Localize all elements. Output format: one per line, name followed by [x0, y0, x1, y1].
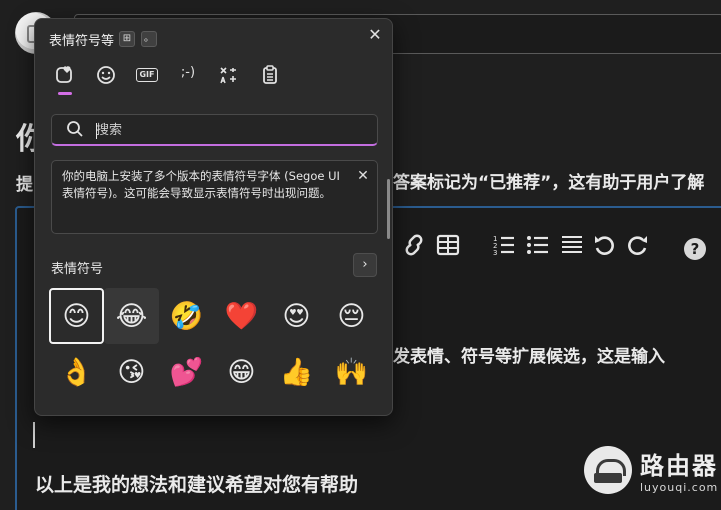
category-tabs: GIF ;-) — [51, 63, 284, 95]
heart-face-icon — [56, 66, 72, 83]
undo-icon[interactable] — [592, 232, 616, 265]
emoji-panel: 表情符号等 ⊞ 。 ✕ GIF ;-) 你的电脑上安装了多个版本的表情符号字体 … — [34, 18, 393, 416]
help-icon[interactable]: ? — [684, 238, 706, 260]
watermark: 路由器 luyouqi.com — [584, 446, 718, 494]
editor-paragraph: 发表情、符号等扩展候选，这是输入 — [393, 347, 665, 367]
prompt-text-right: 答案标记为“已推荐”，这有助于用户了解 — [393, 173, 705, 193]
table-icon[interactable] — [436, 232, 460, 265]
emoji-grid: 😊 😂 🤣 ❤️ 😍 😔 👌 😘 💕 😁 👍 🙌 — [49, 288, 379, 400]
font-warning-notice: 你的电脑上安装了多个版本的表情符号字体 (Segoe UI表情符号)。这可能会导… — [51, 160, 378, 234]
windows-key-icon: ⊞ — [119, 31, 135, 47]
emoji-cell[interactable]: 👌 — [49, 344, 104, 400]
watermark-title: 路由器 — [640, 452, 718, 480]
emoji-cell[interactable]: 😘 — [104, 344, 159, 400]
emoji-cell[interactable]: 😔 — [324, 288, 379, 344]
emoji-cell[interactable]: 👍 — [269, 344, 324, 400]
tab-kaomoji-face[interactable] — [92, 63, 120, 95]
link-icon[interactable] — [402, 232, 426, 265]
emoji-cell[interactable]: 😍 — [269, 288, 324, 344]
tab-gif[interactable]: GIF — [133, 63, 161, 95]
smiley-icon — [97, 66, 115, 84]
emoji-cell[interactable]: 😂 — [104, 288, 159, 344]
notice-close-button[interactable]: ✕ — [353, 166, 373, 186]
gif-icon: GIF — [136, 68, 158, 82]
closing-text: 以上是我的想法和建议希望对您有帮助 — [35, 474, 359, 496]
emoji-cell[interactable]: 💕 — [159, 344, 214, 400]
period-key-icon: 。 — [141, 31, 157, 47]
close-button[interactable]: ✕ — [363, 23, 387, 47]
align-icon[interactable] — [560, 232, 584, 265]
prompt-text-left: 提 — [16, 175, 33, 195]
search-caret — [96, 123, 97, 139]
tab-kaomoji[interactable]: ;-) — [174, 63, 202, 95]
router-logo-icon — [584, 446, 632, 494]
clipboard-icon — [263, 65, 277, 84]
emoji-cell[interactable]: ❤️ — [214, 288, 269, 344]
emoji-cell[interactable]: 🤣 — [159, 288, 214, 344]
search-icon — [67, 121, 83, 137]
text-cursor — [33, 422, 35, 448]
search-box[interactable] — [51, 114, 378, 146]
search-input[interactable] — [96, 119, 366, 141]
scrollbar[interactable] — [387, 179, 390, 239]
section-next-button[interactable]: › — [353, 253, 377, 277]
section-label: 表情符号 — [51, 262, 104, 277]
panel-title: 表情符号等 — [49, 34, 115, 49]
kaomoji-icon: ;-) — [180, 65, 196, 80]
emoji-cell[interactable]: 😁 — [214, 344, 269, 400]
svg-text:3: 3 — [493, 249, 497, 257]
tab-symbols[interactable] — [215, 63, 243, 95]
bullet-list-icon[interactable] — [526, 232, 550, 265]
tab-emoji[interactable] — [51, 63, 79, 95]
emoji-cell[interactable]: 🙌 — [324, 344, 379, 400]
notice-text: 你的电脑上安装了多个版本的表情符号字体 (Segoe UI表情符号)。这可能会导… — [62, 169, 340, 200]
tab-clipboard[interactable] — [256, 63, 284, 95]
watermark-subtitle: luyouqi.com — [640, 481, 719, 494]
redo-icon[interactable] — [626, 232, 650, 265]
emoji-cell[interactable]: 😊 — [49, 288, 104, 344]
numbered-list-icon[interactable]: 123 — [492, 232, 516, 265]
symbols-icon — [220, 67, 236, 84]
